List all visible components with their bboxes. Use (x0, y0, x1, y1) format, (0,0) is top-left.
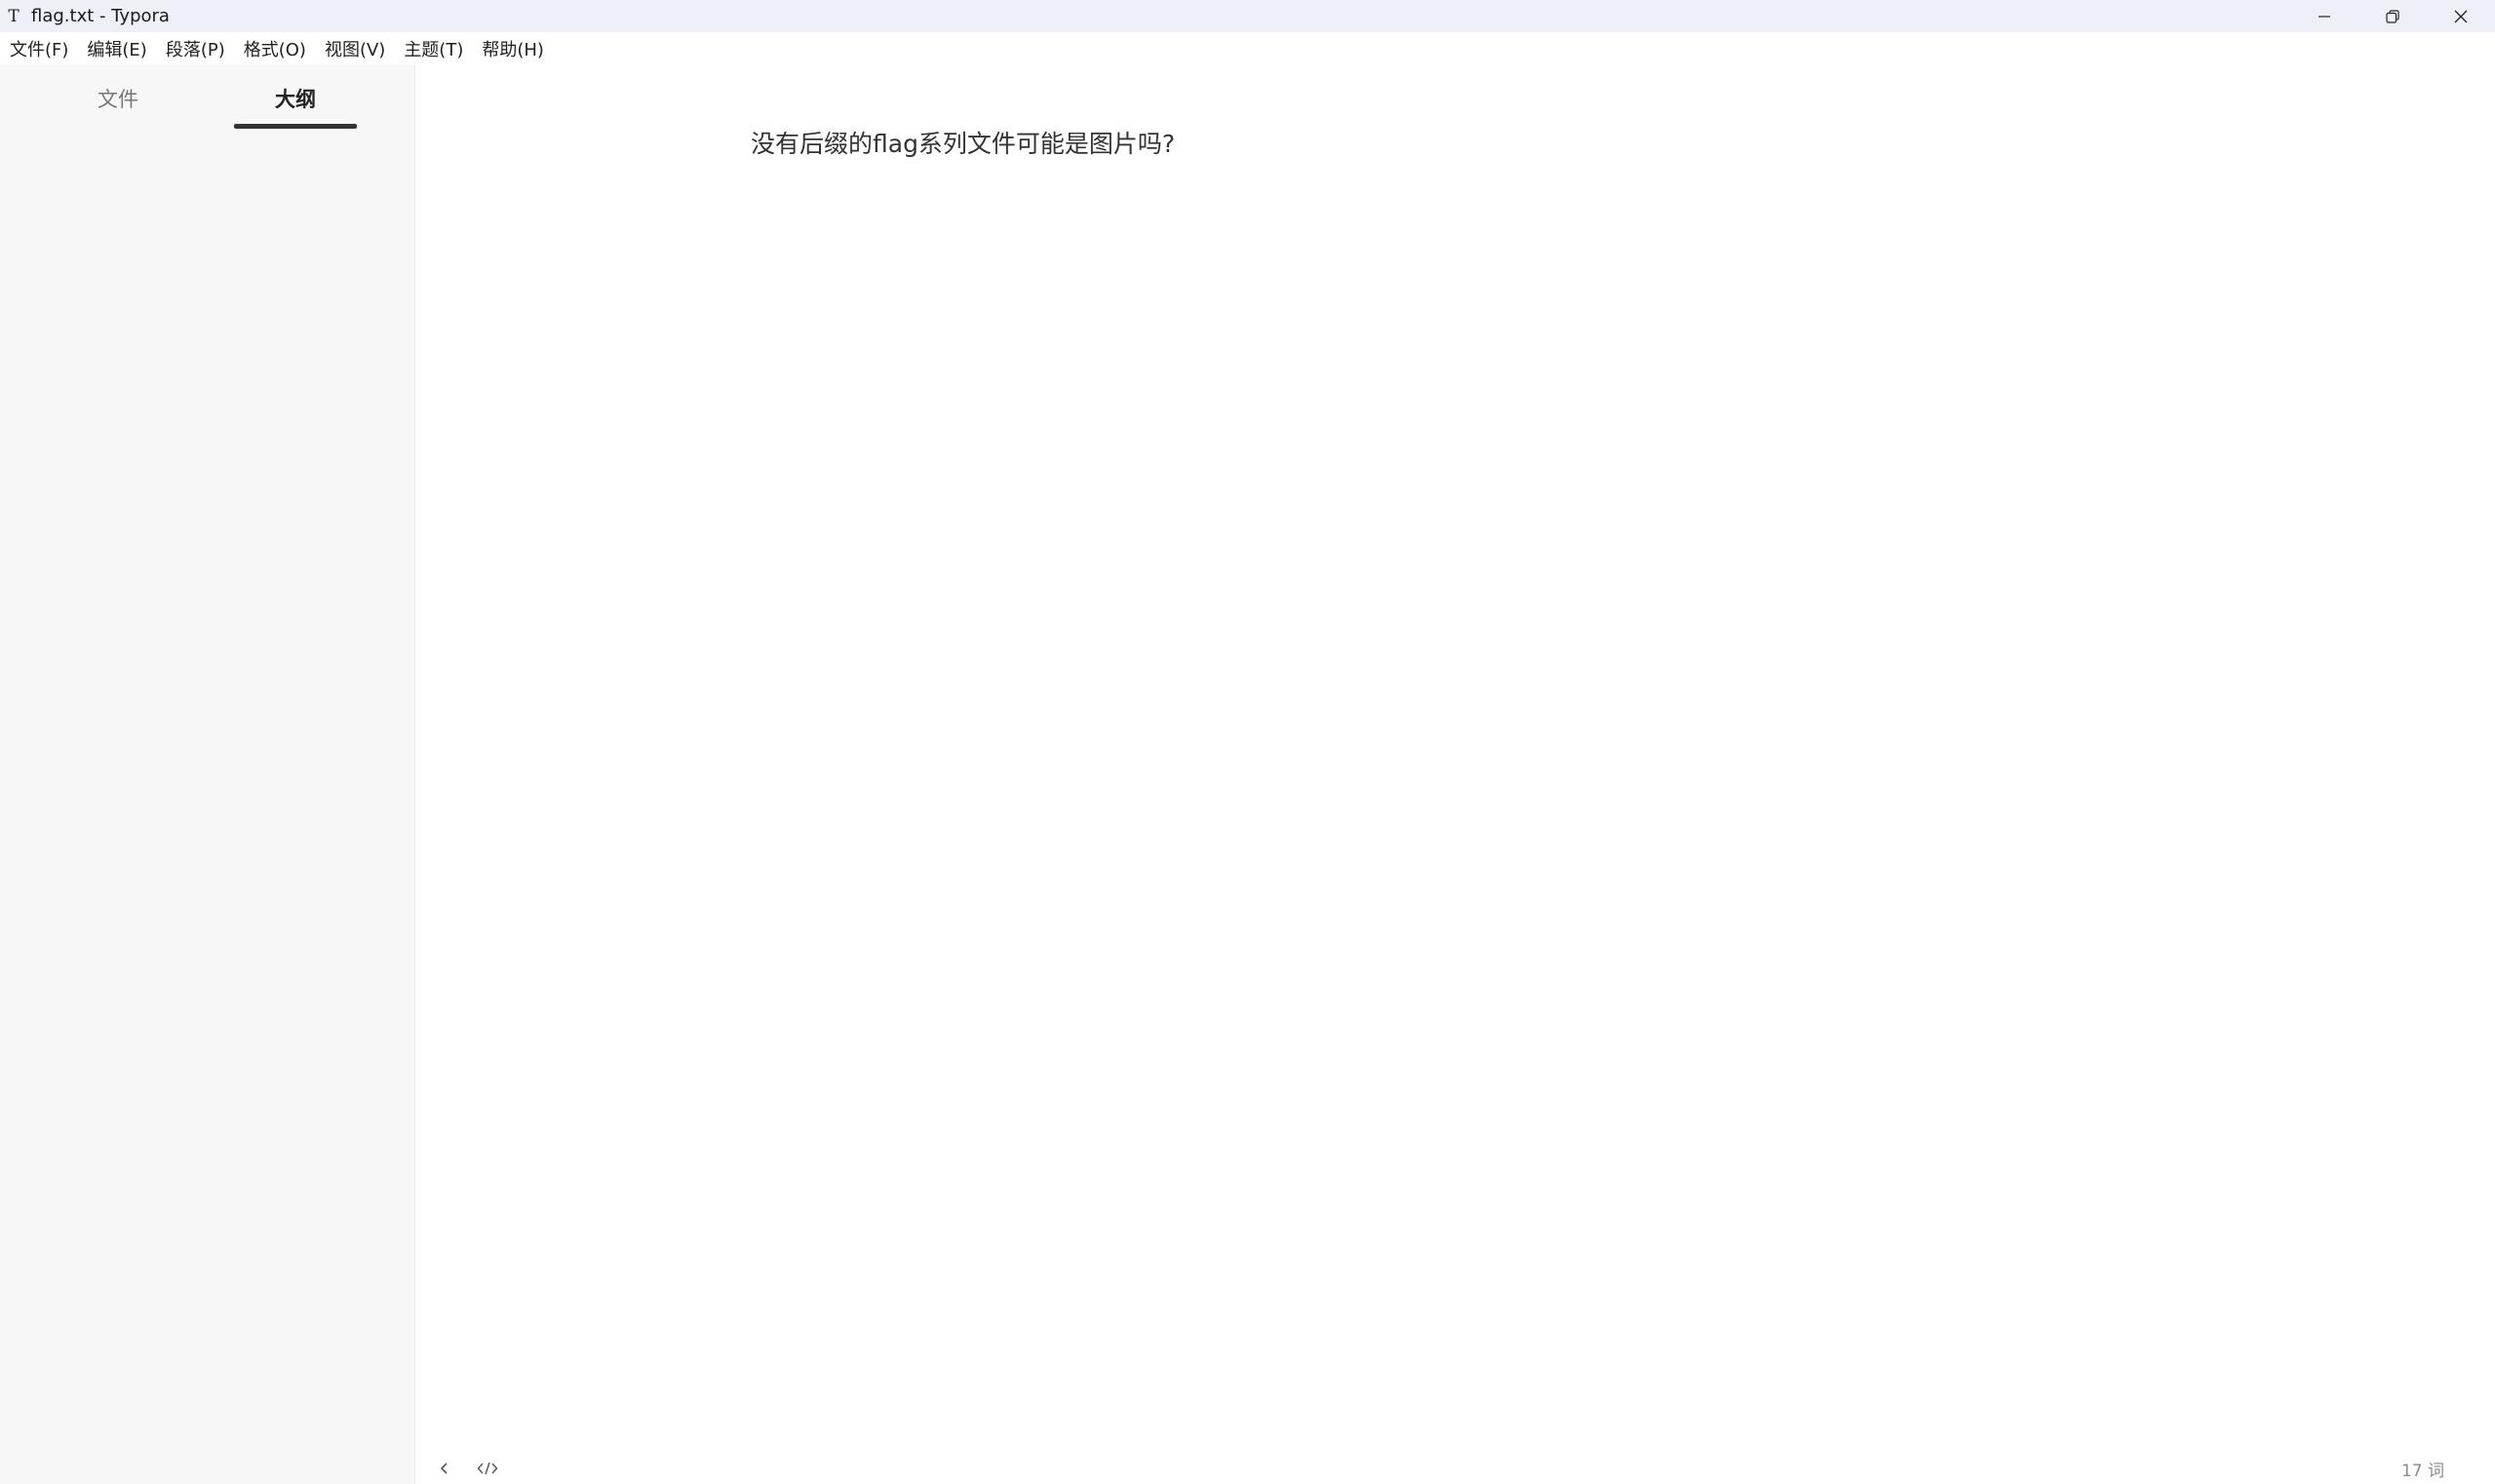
window-controls (2290, 0, 2495, 32)
menu-bar: 文件(F) 编辑(E) 段落(P) 格式(O) 视图(V) 主题(T) 帮助(H… (0, 32, 2495, 64)
tab-outline-label: 大纲 (275, 88, 316, 111)
menu-help[interactable]: 帮助(H) (476, 32, 550, 65)
toggle-sidebar-button[interactable] (429, 1453, 460, 1484)
editor-area[interactable]: 没有后缀的flag系列文件可能是图片吗? (416, 64, 2495, 1484)
restore-button[interactable] (2359, 0, 2427, 32)
sidebar-tabs: 文件 大纲 (0, 64, 414, 131)
sidebar: 文件 大纲 (0, 64, 415, 1484)
title-bar: T flag.txt - Typora (0, 0, 2495, 32)
menu-file[interactable]: 文件(F) (4, 32, 74, 65)
close-icon (2454, 10, 2468, 22)
menu-paragraph[interactable]: 段落(P) (160, 32, 231, 65)
document-paragraph[interactable]: 没有后缀的flag系列文件可能是图片吗? (751, 125, 1175, 160)
menu-view[interactable]: 视图(V) (319, 32, 391, 65)
source-code-mode-button[interactable] (472, 1453, 503, 1484)
restore-icon (2386, 9, 2399, 23)
window-title: flag.txt - Typora (31, 6, 170, 26)
menu-themes[interactable]: 主题(T) (398, 32, 469, 65)
tab-outline[interactable]: 大纲 (234, 78, 357, 129)
word-count[interactable]: 17 词 (2401, 1457, 2444, 1481)
tab-files-label: 文件 (97, 88, 138, 111)
minimize-button[interactable] (2290, 0, 2359, 32)
source-code-icon (477, 1462, 498, 1475)
close-button[interactable] (2427, 0, 2495, 32)
menu-format[interactable]: 格式(O) (238, 32, 312, 65)
typora-app-icon: T (8, 6, 19, 26)
footer-toolbar (429, 1453, 515, 1484)
chevron-left-icon (440, 1463, 448, 1474)
active-tab-indicator (234, 124, 357, 129)
tab-files[interactable]: 文件 (57, 78, 179, 129)
menu-edit[interactable]: 编辑(E) (81, 32, 152, 65)
minimize-icon (2319, 15, 2330, 18)
